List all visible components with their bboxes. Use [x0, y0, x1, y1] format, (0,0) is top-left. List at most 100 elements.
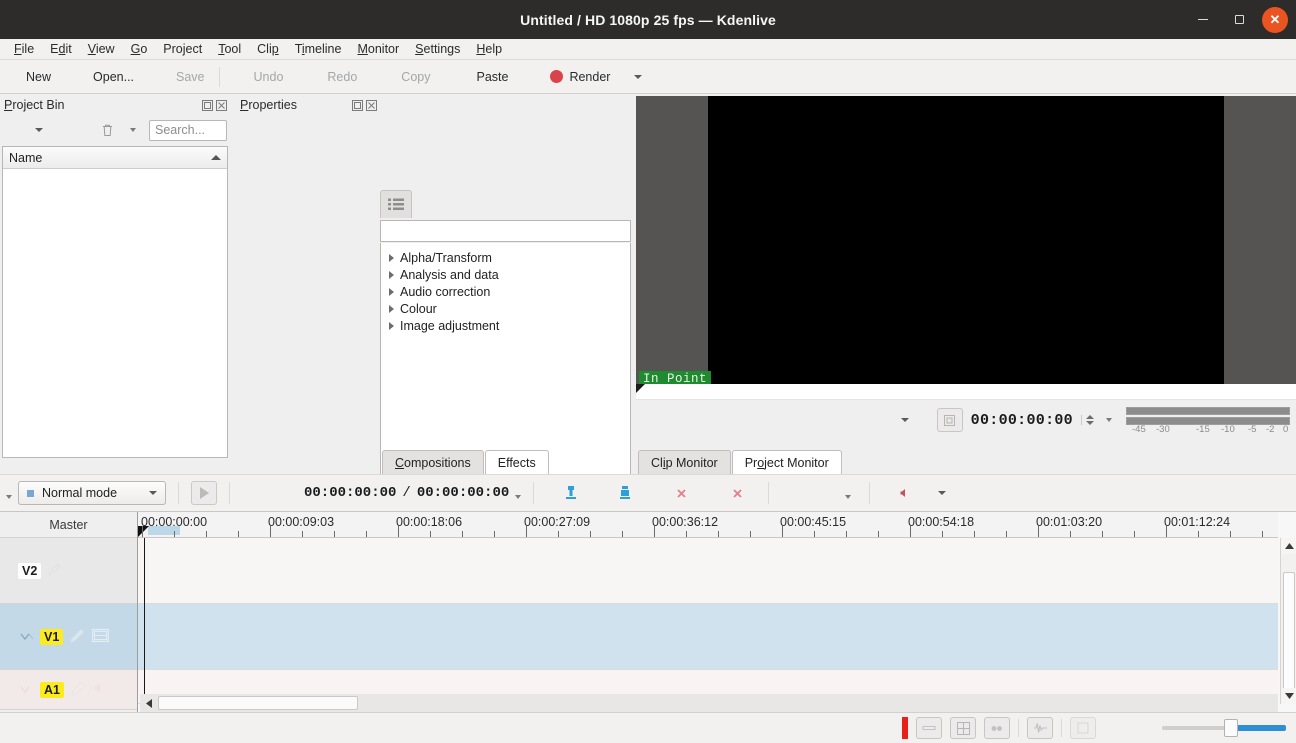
zoom-slider-handle[interactable]: [1224, 719, 1238, 737]
expand-triangle-icon[interactable]: [389, 321, 394, 330]
menu-help[interactable]: Help: [468, 40, 510, 58]
fit-zoom-button[interactable]: [1070, 717, 1096, 739]
project-bin-close-icon[interactable]: [216, 99, 227, 111]
monitor-video-area[interactable]: In Point: [636, 96, 1296, 387]
mute-audio-icon[interactable]: [894, 482, 916, 504]
expand-triangle-icon[interactable]: [389, 253, 394, 262]
redo-button[interactable]: Redo: [317, 66, 367, 88]
effects-category-audio-correction[interactable]: Audio correction: [381, 283, 630, 300]
timeline-tools-chevron-down-icon[interactable]: [845, 495, 852, 499]
show-video-thumbnails-button[interactable]: [916, 717, 942, 739]
track-collapse-chevron-down-icon[interactable]: [20, 631, 34, 643]
scroll-up-icon[interactable]: [1281, 538, 1296, 554]
show-audio-thumbnails-button[interactable]: [950, 717, 976, 739]
monitor-frame[interactable]: [708, 96, 1224, 384]
effects-search-input[interactable]: [380, 220, 631, 242]
effects-category-alpha-transform[interactable]: Alpha/Transform: [381, 249, 630, 266]
expand-triangle-icon[interactable]: [389, 304, 394, 313]
track-edit-pencil-icon-a1[interactable]: [70, 680, 87, 700]
monitor-seekbar[interactable]: [636, 384, 1296, 400]
set-zone-in-icon[interactable]: [560, 482, 582, 504]
monitor-playhead-icon[interactable]: [636, 384, 645, 393]
scroll-left-icon[interactable]: [140, 695, 158, 711]
menu-settings[interactable]: Settings: [407, 40, 468, 58]
vertical-scroll-thumb[interactable]: [1283, 572, 1295, 698]
track-head-a1[interactable]: A1: [0, 670, 137, 710]
menu-timeline[interactable]: Timeline: [287, 40, 350, 58]
tab-project-monitor[interactable]: Project Monitor: [731, 450, 842, 474]
track-head-v1[interactable]: V1: [0, 604, 137, 670]
set-zone-out-icon[interactable]: [614, 482, 636, 504]
timeline-track-v1[interactable]: [138, 604, 1278, 670]
show-markers-button[interactable]: [984, 717, 1010, 739]
effects-category-colour[interactable]: Colour: [381, 300, 630, 317]
effects-list-view-icon[interactable]: [380, 190, 412, 218]
timeline-track-area[interactable]: [138, 538, 1278, 704]
menu-tool[interactable]: Tool: [210, 40, 249, 58]
tab-compositions[interactable]: Compositions: [382, 450, 484, 474]
properties-float-icon[interactable]: [352, 99, 363, 111]
save-button[interactable]: Save: [166, 66, 215, 88]
menu-edit[interactable]: Edit: [42, 40, 80, 58]
track-head-v2[interactable]: V2: [0, 538, 137, 604]
track-collapse-chevron-down-icon-a1[interactable]: [20, 684, 32, 696]
maximize-icon[interactable]: [1226, 7, 1252, 33]
minimize-icon[interactable]: [1190, 7, 1216, 33]
tab-clip-monitor[interactable]: Clip Monitor: [638, 450, 731, 474]
undo-button[interactable]: Undo: [244, 66, 294, 88]
remove-zone-in-icon[interactable]: [670, 482, 692, 504]
audio-options-chevron-down-icon[interactable]: [938, 491, 947, 495]
menu-monitor[interactable]: Monitor: [349, 40, 407, 58]
edit-mode-chevron-down-icon[interactable]: [149, 491, 157, 495]
remove-zone-out-icon[interactable]: [726, 482, 748, 504]
menu-view[interactable]: View: [80, 40, 123, 58]
track-edit-pencil-icon[interactable]: [69, 627, 86, 647]
open-button[interactable]: Open...: [83, 66, 144, 88]
new-button[interactable]: New: [16, 66, 61, 88]
timeline-vertical-scrollbar[interactable]: [1280, 538, 1296, 704]
track-name-v2[interactable]: V2: [18, 562, 42, 579]
timeline-zoom-slider[interactable]: [1162, 719, 1286, 737]
project-bin-float-icon[interactable]: [202, 99, 213, 111]
scroll-down-icon[interactable]: [1281, 688, 1296, 704]
track-name-v1[interactable]: V1: [40, 628, 64, 645]
show-audio-waveform-button[interactable]: [1027, 717, 1053, 739]
menu-file[interactable]: FFileile: [6, 40, 42, 58]
menu-project[interactable]: Project: [155, 40, 210, 58]
copy-button[interactable]: Copy: [391, 66, 440, 88]
timeline-ruler[interactable]: 00:00:00:00 00:00:09:03 00:00:18:06 00:0…: [138, 512, 1278, 538]
track-video-filmstrip-icon[interactable]: [92, 628, 110, 646]
monitor-timecode[interactable]: 00:00:00:00: [969, 412, 1075, 429]
track-audio-speaker-icon[interactable]: [93, 681, 108, 698]
monitor-timecode-stepper[interactable]: [1081, 415, 1094, 425]
bin-delete-menu-chevron-down-icon[interactable]: [121, 119, 145, 141]
timeline-zone-bar[interactable]: [148, 526, 180, 535]
tab-effects[interactable]: Effects: [484, 450, 549, 474]
bin-column-header[interactable]: Name: [3, 147, 227, 169]
timecode-chevron-down-icon[interactable]: [515, 495, 522, 499]
timeline-play-button[interactable]: [191, 481, 217, 505]
monitor-options-chevron-down-icon[interactable]: [900, 418, 909, 422]
timeline-horizontal-scrollbar[interactable]: [140, 694, 1278, 712]
monitor-extra-chevron-down-icon[interactable]: [1106, 418, 1112, 422]
menu-clip[interactable]: Clip: [249, 40, 287, 58]
expand-triangle-icon[interactable]: [389, 287, 394, 296]
effects-category-image-adjustment[interactable]: Image adjustment: [381, 317, 630, 334]
bin-view-mode-chevron-down-icon[interactable]: [27, 119, 51, 141]
horizontal-scroll-thumb[interactable]: [158, 696, 358, 710]
properties-close-icon[interactable]: [366, 99, 377, 111]
timeline-track-v2[interactable]: [138, 538, 1278, 604]
timeline-position-timecode[interactable]: 00:00:00:00: [304, 485, 396, 501]
timeline-playhead-icon[interactable]: [138, 526, 149, 537]
project-bin-list[interactable]: Name: [2, 146, 228, 458]
bin-delete-icon[interactable]: [95, 119, 119, 141]
track-lock-pencil-icon[interactable]: [47, 562, 62, 580]
track-name-a1[interactable]: A1: [40, 681, 64, 698]
edit-mode-select[interactable]: Normal mode: [18, 481, 166, 505]
render-button[interactable]: Render: [540, 66, 620, 88]
timeline-toolbar-overflow-chevron-down-icon[interactable]: [6, 495, 12, 499]
master-track-label[interactable]: Master: [0, 512, 137, 538]
close-icon[interactable]: ✕: [1262, 6, 1288, 33]
toolbar-overflow-chevron-down-icon[interactable]: [634, 74, 643, 79]
expand-triangle-icon[interactable]: [389, 270, 394, 279]
